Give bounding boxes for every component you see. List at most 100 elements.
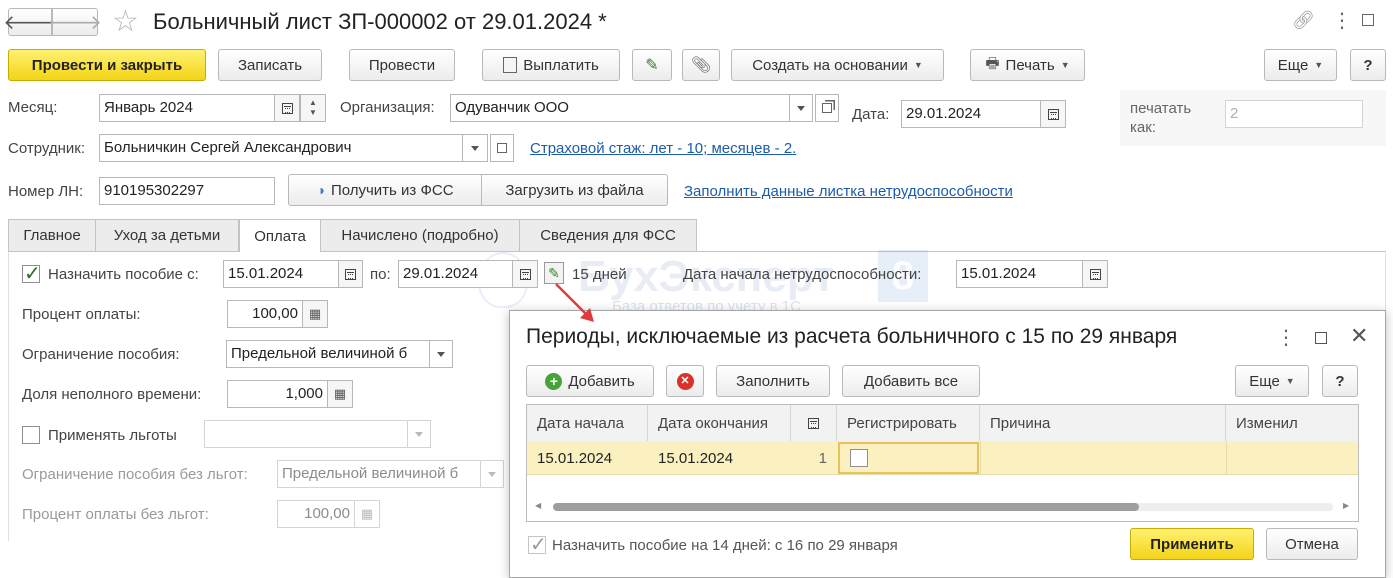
- calendar-icon: [281, 102, 293, 114]
- limit-no-benefits-dropdown-button[interactable]: [480, 460, 504, 488]
- dialog-close-icon[interactable]: ✕: [1350, 323, 1368, 349]
- col-header-register[interactable]: Регистрировать: [837, 405, 980, 441]
- limit-no-benefits-field[interactable]: Предельной величиной б: [277, 460, 481, 488]
- dialog-add-all-button[interactable]: Добавить все: [842, 365, 980, 397]
- more-vert-icon[interactable]: ⋮: [1332, 8, 1352, 33]
- percent-no-benefits-calculator-button[interactable]: ▦: [354, 500, 380, 528]
- dialog-fill-button[interactable]: Заполнить: [716, 365, 830, 397]
- apply-button[interactable]: Применить: [1130, 528, 1254, 560]
- maximize-icon[interactable]: [1362, 14, 1374, 26]
- calendar-icon: [1047, 108, 1059, 120]
- save-button[interactable]: Записать: [218, 49, 322, 81]
- ln-number-field[interactable]: 910195302297: [99, 177, 275, 205]
- incapacity-start-calendar-button[interactable]: [1082, 260, 1108, 288]
- forward-button[interactable]: 🡒: [48, 8, 102, 36]
- dialog-help-button[interactable]: ?: [1322, 365, 1358, 397]
- employee-open-button[interactable]: [490, 134, 514, 162]
- chevron-down-icon: [471, 145, 479, 151]
- star-icon[interactable]: ☆: [112, 4, 139, 40]
- month-field[interactable]: Январь 2024: [99, 94, 275, 122]
- part-time-calculator-button[interactable]: ▦: [327, 380, 353, 408]
- payment-percent-field[interactable]: 100,00: [227, 300, 303, 328]
- assign-benefit-checkbox[interactable]: [22, 261, 41, 286]
- scroll-right-icon[interactable]: ▶: [1343, 501, 1349, 510]
- month-spinner[interactable]: ▲ ▼: [300, 94, 326, 122]
- assign-to-field[interactable]: 29.01.2024: [398, 260, 513, 288]
- pay-button[interactable]: Выплатить: [482, 49, 620, 81]
- assign-to-calendar-button[interactable]: [512, 260, 538, 288]
- assign-from-calendar-button[interactable]: [338, 260, 363, 288]
- percent-no-benefits-field[interactable]: 100,00: [277, 500, 355, 528]
- insurance-experience-link[interactable]: Страховой стаж: лет - 10; месяцев - 2.: [530, 140, 796, 157]
- dialog-delete-button[interactable]: ✕: [666, 365, 704, 397]
- get-from-fss-button[interactable]: ◑ Получить из ФСС: [288, 174, 482, 206]
- apply-benefits-dropdown-button[interactable]: [407, 420, 431, 448]
- row-reason-cell[interactable]: [980, 441, 1226, 475]
- back-button[interactable]: 🡐: [3, 8, 57, 36]
- tab-childcare[interactable]: Уход за детьми: [95, 219, 239, 251]
- fill-sick-leave-link[interactable]: Заполнить данные листка нетрудоспособнос…: [684, 183, 1013, 200]
- dialog-more-button[interactable]: Еще ▼: [1235, 365, 1309, 397]
- part-time-field[interactable]: 1,000: [227, 380, 328, 408]
- attach-button[interactable]: 📎︎: [682, 49, 720, 81]
- month-calendar-button[interactable]: [274, 94, 300, 122]
- open-window-icon: [497, 143, 507, 153]
- apply-benefits-field[interactable]: [204, 420, 408, 448]
- payment-percent-label: Процент оплаты:: [22, 306, 141, 323]
- post-and-close-button[interactable]: Провести и закрыть: [8, 49, 206, 81]
- dialog-add-button[interactable]: + Добавить: [526, 365, 654, 397]
- cancel-button[interactable]: Отмена: [1266, 528, 1358, 560]
- scroll-left-icon[interactable]: ◀: [535, 501, 541, 510]
- col-header-changed[interactable]: Изменил: [1226, 405, 1358, 441]
- print-button-label: Печать: [1005, 56, 1055, 74]
- horizontal-scrollbar[interactable]: [553, 503, 1333, 511]
- more-button[interactable]: Еще ▼: [1264, 49, 1337, 81]
- month-label: Месяц:: [8, 99, 58, 116]
- load-from-file-button[interactable]: Загрузить из файла: [481, 174, 668, 206]
- row-end-cell[interactable]: 15.01.2024: [648, 441, 791, 475]
- help-button[interactable]: ?: [1350, 49, 1386, 81]
- dialog-more-vert-icon[interactable]: ⋮: [1276, 325, 1296, 350]
- create-based-button[interactable]: Создать на основании ▼: [731, 49, 944, 81]
- apply-benefits-checkbox[interactable]: [22, 426, 40, 444]
- date-calendar-button[interactable]: [1040, 100, 1066, 128]
- col-header-end[interactable]: Дата окончания: [648, 405, 791, 441]
- chevron-down-icon: [415, 431, 423, 437]
- col-header-start[interactable]: Дата начала: [527, 405, 648, 441]
- org-field[interactable]: Одуванчик ООО: [450, 94, 790, 122]
- assign-from-field[interactable]: 15.01.2024: [223, 260, 339, 288]
- col-header-days[interactable]: [791, 405, 837, 441]
- register-checkbox[interactable]: [850, 449, 868, 467]
- print-as-field[interactable]: 2: [1225, 100, 1363, 128]
- col-header-reason[interactable]: Причина: [980, 405, 1226, 441]
- dialog-assign-label: Назначить пособие на 14 дней: с 16 по 29…: [552, 537, 898, 554]
- employee-field[interactable]: Больничкин Сергей Александрович: [99, 134, 463, 162]
- row-days-cell[interactable]: 1: [791, 441, 837, 475]
- org-open-button[interactable]: [815, 94, 839, 122]
- date-field[interactable]: 29.01.2024: [901, 100, 1041, 128]
- post-button[interactable]: Провести: [349, 49, 455, 81]
- incapacity-start-field[interactable]: 15.01.2024: [956, 260, 1083, 288]
- benefit-limit-field[interactable]: Предельной величиной б: [226, 340, 430, 368]
- percent-calculator-button[interactable]: ▦: [302, 300, 328, 328]
- tab-fss-info[interactable]: Сведения для ФСС: [519, 219, 697, 251]
- tab-payment[interactable]: Оплата: [239, 219, 321, 252]
- tab-main[interactable]: Главное: [8, 219, 96, 251]
- scrollbar-thumb[interactable]: [553, 503, 1139, 511]
- dialog-assign-checkbox[interactable]: [528, 532, 547, 557]
- edit-clock-button[interactable]: ✎: [632, 49, 672, 81]
- row-start-cell[interactable]: 15.01.2024: [527, 441, 648, 475]
- row-register-cell[interactable]: [838, 442, 979, 474]
- employee-dropdown-button[interactable]: [462, 134, 488, 162]
- benefit-limit-dropdown-button[interactable]: [429, 340, 453, 368]
- dialog-maximize-icon[interactable]: [1315, 332, 1327, 344]
- printer-icon: 🖶: [985, 54, 1000, 72]
- org-dropdown-button[interactable]: [789, 94, 813, 122]
- more-button-label: Еще: [1277, 56, 1309, 74]
- link-icon[interactable]: 🔗︎: [1292, 10, 1315, 31]
- document-icon: [503, 57, 518, 73]
- print-button[interactable]: 🖶 Печать ▼: [970, 49, 1085, 81]
- row-changed-cell[interactable]: [1226, 441, 1358, 475]
- employee-label: Сотрудник:: [8, 140, 86, 157]
- tab-accrued[interactable]: Начислено (подробно): [320, 219, 520, 251]
